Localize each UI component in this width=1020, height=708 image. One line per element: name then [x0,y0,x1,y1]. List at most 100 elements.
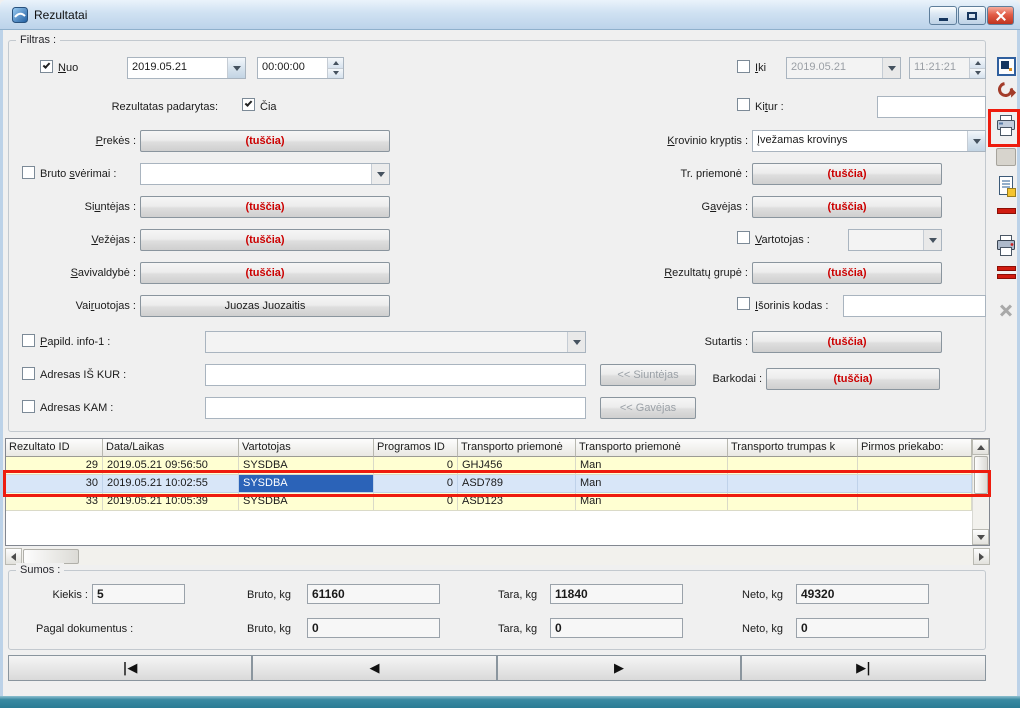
minimize-button[interactable] [929,6,957,25]
papild-info-checkbox[interactable] [22,334,35,347]
nuo-checkbox[interactable] [40,60,53,73]
scroll-right-icon[interactable] [973,548,990,565]
cia-checkbox[interactable] [242,98,255,111]
vezejas-button[interactable]: (tuščia) [140,229,390,251]
red-equals-icon[interactable] [997,266,1016,279]
scroll-up-icon[interactable] [972,439,989,455]
adresas-kam-input[interactable] [205,397,586,419]
grid-cell[interactable]: 2019.05.21 09:56:50 [103,457,239,475]
column-header[interactable]: Transporto priemonė [576,439,728,457]
grid-cell-focused[interactable]: SYSDBA [239,475,374,493]
copy-gavejas-button[interactable]: << Gavėjas [600,397,696,419]
iki-date-select[interactable]: 2019.05.21 [786,57,901,79]
table-row-selected[interactable]: 30 2019.05.21 10:02:55 SYSDBA 0 ASD789 M… [6,475,972,493]
refresh-icon[interactable] [998,82,1013,97]
prekes-button[interactable]: (tuščia) [140,130,390,152]
nuo-date-select[interactable]: 2019.05.21 [127,57,246,79]
grid-cell[interactable] [728,493,858,511]
grid-cell[interactable]: ASD123 [458,493,576,511]
grid-cell[interactable]: Man [576,475,728,493]
table-row[interactable]: 33 2019.05.21 10:05:39 SYSDBA 0 ASD123 M… [6,493,972,511]
export-icon[interactable] [998,175,1016,198]
grid-cell[interactable] [858,493,972,511]
chevron-down-icon[interactable] [967,131,985,151]
vertical-scrollbar[interactable] [972,439,989,545]
column-header[interactable]: Rezultato ID [6,439,103,457]
form-view-icon[interactable] [996,56,1017,77]
scroll-thumb[interactable] [23,549,79,564]
column-header[interactable]: Vartotojas [239,439,374,457]
gavejas-button[interactable]: (tuščia) [752,196,942,218]
adresas-kam-checkbox[interactable] [22,400,35,413]
grid-cell[interactable]: SYSDBA [239,493,374,511]
kitur-checkbox[interactable] [737,98,750,111]
grid-cell[interactable]: 29 [6,457,103,475]
sutartis-button[interactable]: (tuščia) [752,331,942,353]
grid-cell[interactable]: 2019.05.21 10:05:39 [103,493,239,511]
grid-cell[interactable]: 0 [374,475,458,493]
maximize-button[interactable] [958,6,986,25]
isorinis-kodas-checkbox[interactable] [737,297,750,310]
titlebar[interactable]: Rezultatai [0,0,1020,30]
bruto-sverimai-select[interactable] [140,163,390,185]
siuntejas-button[interactable]: (tuščia) [140,196,390,218]
grid-cell[interactable]: SYSDBA [239,457,374,475]
krovinio-kryptis-select[interactable]: Įvežamas krovinys [752,130,986,152]
kitur-input[interactable] [877,96,986,118]
spin-up-icon[interactable] [970,58,985,69]
copy-siuntejas-button[interactable]: << Siuntėjas [600,364,696,386]
grid-cell[interactable] [728,475,858,493]
scroll-thumb[interactable] [974,456,988,494]
chevron-down-icon[interactable] [923,230,941,250]
barkodai-button[interactable]: (tuščia) [766,368,940,390]
grid-cell[interactable]: 0 [374,493,458,511]
column-header[interactable]: Transporto priemonė [458,439,576,457]
adresas-is-kur-input[interactable] [205,364,586,386]
close-button[interactable] [987,6,1014,25]
vairuotojas-button[interactable]: Juozas Juozaitis [140,295,390,317]
bruto-sverimai-checkbox[interactable] [22,166,35,179]
adresas-is-kur-checkbox[interactable] [22,367,35,380]
grid-cell[interactable] [858,457,972,475]
vartotojas-select[interactable] [848,229,942,251]
grid-cell[interactable]: GHJ456 [458,457,576,475]
red-minus-icon[interactable] [997,208,1016,214]
column-header[interactable]: Transporto trumpas k [728,439,858,457]
grid-cell[interactable]: Man [576,457,728,475]
column-header[interactable]: Data/Laikas [103,439,239,457]
spin-down-icon[interactable] [328,69,343,79]
nav-first-button[interactable]: |◀ [8,655,252,681]
chevron-down-icon[interactable] [882,58,900,78]
grid-cell[interactable] [728,457,858,475]
vartotojas-checkbox[interactable] [737,231,750,244]
grid-cell[interactable]: 33 [6,493,103,511]
print-document-icon[interactable] [995,234,1017,260]
nuo-time-spinner[interactable]: 00:00:00 [257,57,344,79]
column-header[interactable]: Programos ID [374,439,458,457]
nav-last-button[interactable]: ▶| [741,655,986,681]
grid-cell[interactable]: Man [576,493,728,511]
grid-cell[interactable]: 30 [6,475,103,493]
nav-next-button[interactable]: ▶ [497,655,741,681]
grid-cell[interactable]: 2019.05.21 10:02:55 [103,475,239,493]
iki-checkbox[interactable] [737,60,750,73]
savivaldybe-button[interactable]: (tuščia) [140,262,390,284]
grid-cell[interactable] [858,475,972,493]
rezultatu-grupe-button[interactable]: (tuščia) [752,262,942,284]
papild-info-select[interactable] [205,331,586,353]
chevron-down-icon[interactable] [227,58,245,78]
nav-prev-button[interactable]: ◀ [252,655,497,681]
horizontal-scrollbar[interactable] [5,548,990,565]
grid-cell[interactable]: ASD789 [458,475,576,493]
grid-cell[interactable]: 0 [374,457,458,475]
chevron-down-icon[interactable] [371,164,389,184]
spin-up-icon[interactable] [328,58,343,69]
print-icon[interactable] [995,114,1017,140]
scroll-down-icon[interactable] [972,529,989,545]
spin-down-icon[interactable] [970,69,985,79]
column-header[interactable]: Pirmos priekabo: [858,439,972,457]
isorinis-kodas-input[interactable] [843,295,986,317]
iki-time-spinner[interactable]: 11:21:21 [909,57,986,79]
tr-priemone-button[interactable]: (tuščia) [752,163,942,185]
table-row[interactable]: 29 2019.05.21 09:56:50 SYSDBA 0 GHJ456 M… [6,457,972,475]
